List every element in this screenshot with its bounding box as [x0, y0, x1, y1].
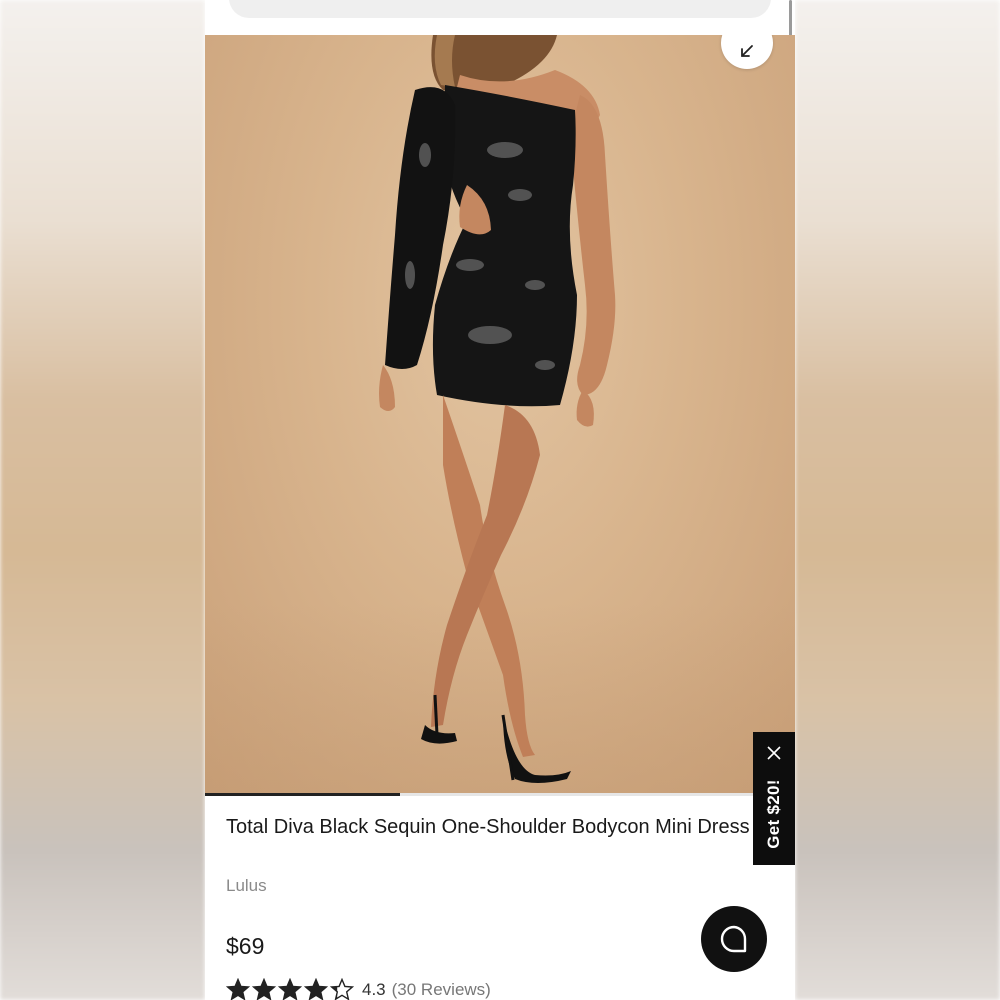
- star-icon: [226, 978, 250, 1000]
- product-page: Total Diva Black Sequin One-Shoulder Bod…: [205, 0, 795, 1000]
- model-figure: [379, 35, 616, 783]
- promo-label[interactable]: Get $20!: [764, 779, 784, 849]
- product-image[interactable]: [205, 35, 795, 793]
- product-price: $69: [226, 933, 265, 959]
- star-icon: [278, 978, 302, 1000]
- blurred-backdrop-right: [795, 0, 1000, 1000]
- product-brand[interactable]: Lulus: [226, 876, 267, 896]
- promo-tab[interactable]: Get $20!: [753, 732, 795, 865]
- rating-row[interactable]: 4.3 (30 Reviews): [226, 978, 491, 1000]
- chat-bubble-icon: [720, 925, 747, 953]
- star-rating: [226, 978, 354, 1000]
- reviews-link[interactable]: (30 Reviews): [392, 980, 491, 1000]
- gallery-progress-track: [205, 793, 795, 796]
- rating-value: 4.3: [362, 980, 386, 999]
- close-icon[interactable]: [765, 744, 783, 762]
- product-title: Total Diva Black Sequin One-Shoulder Bod…: [226, 816, 750, 838]
- star-icon: [252, 978, 276, 1000]
- chat-button[interactable]: [701, 906, 767, 972]
- star-icon: [330, 978, 354, 1000]
- expand-arrow-icon: [741, 45, 753, 57]
- search-bar[interactable]: [229, 0, 771, 18]
- gallery-progress-fill: [205, 793, 400, 796]
- blurred-backdrop-left: [0, 0, 205, 1000]
- star-icon: [304, 978, 328, 1000]
